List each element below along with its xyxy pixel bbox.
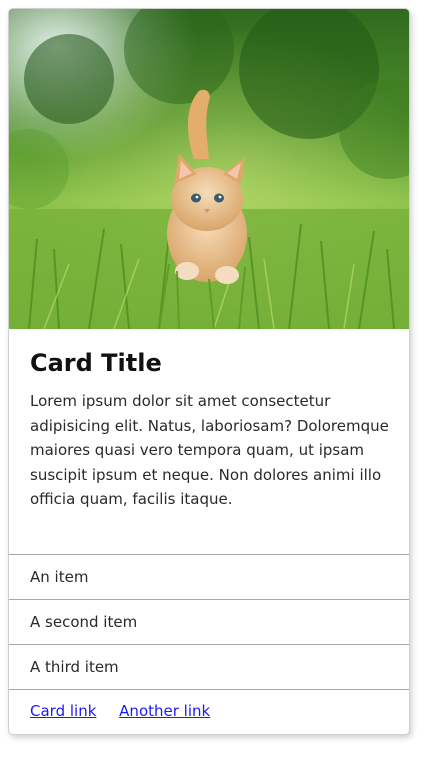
list-item: A second item — [9, 599, 409, 644]
card-text: Lorem ipsum dolor sit amet consectetur a… — [30, 392, 389, 508]
another-link[interactable]: Another link — [119, 702, 210, 720]
card-link[interactable]: Card link — [30, 702, 96, 720]
card: Card Title Lorem ipsum dolor sit amet co… — [8, 8, 410, 735]
card-body: Card Title Lorem ipsum dolor sit amet co… — [9, 329, 409, 554]
card-links: Card link Another link — [9, 689, 409, 734]
list-item: An item — [9, 554, 409, 599]
card-image — [9, 9, 409, 329]
item-list: An item A second item A third item — [9, 554, 409, 689]
card-title: Card Title — [30, 349, 162, 377]
list-item: A third item — [9, 644, 409, 689]
